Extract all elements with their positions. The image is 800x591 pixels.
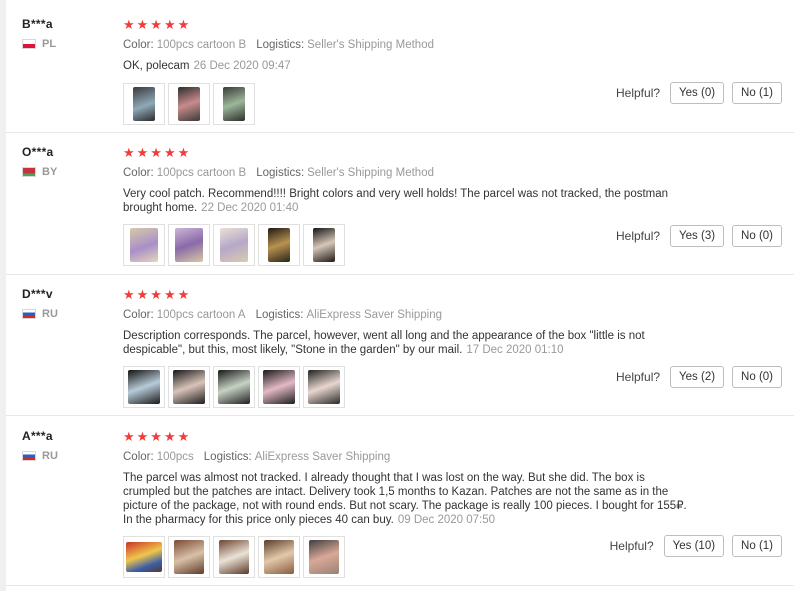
- color-key: Color:: [123, 167, 154, 179]
- review-text-block: OK, polecam 26 Dec 2020 09:47: [123, 59, 693, 73]
- helpful-yes-button[interactable]: Yes (3): [670, 225, 725, 247]
- review-photo[interactable]: [213, 83, 255, 125]
- color-value: 100pcs cartoon B: [156, 167, 247, 179]
- star-rating: ★★★★★: [123, 429, 192, 444]
- review-photo[interactable]: [123, 366, 165, 408]
- flag-by-icon: [22, 167, 36, 177]
- color-key: Color:: [123, 309, 154, 321]
- logistics-key: Logistics:: [256, 167, 305, 179]
- review-text-block: Description corresponds. The parcel, how…: [123, 329, 693, 357]
- star-rating: ★★★★★: [123, 287, 192, 302]
- helpful-yes-button[interactable]: Yes (10): [663, 535, 725, 557]
- star-rating: ★★★★★: [123, 17, 192, 32]
- reviewer-info: D***v RU: [22, 287, 58, 320]
- reviewer-info: O***a BY: [22, 145, 57, 178]
- review-meta: Color: 100pcs cartoon A Logistics: AliExpre…: [123, 309, 794, 321]
- logistics-value: AliExpress Saver Shipping: [254, 451, 391, 463]
- review-photo[interactable]: [213, 536, 255, 578]
- review-photo[interactable]: [213, 366, 255, 408]
- review-text-block: Very cool patch. Recommend!!!! Bright co…: [123, 187, 693, 215]
- review-content: ★★★★★ Color: 100pcs cartoon A Logistics: Al…: [123, 288, 794, 408]
- flag-pl-icon: [22, 39, 36, 49]
- review-date: 09 Dec 2020 07:50: [397, 514, 496, 526]
- country-code: BY: [42, 166, 58, 178]
- logistics-value: Seller's Shipping Method: [307, 39, 434, 51]
- color-key: Color:: [123, 39, 154, 51]
- review-photo[interactable]: [168, 536, 210, 578]
- reviewer-name: A***a: [22, 429, 53, 443]
- logistics-key: Logistics:: [203, 451, 252, 463]
- reviewer-info: B***a PL: [22, 17, 56, 50]
- color-key: Color:: [123, 451, 154, 463]
- review-photo[interactable]: [303, 366, 345, 408]
- reviewer-country: RU: [22, 450, 58, 462]
- helpful-vote: Helpful? Yes (2) No (0): [616, 366, 782, 388]
- review-text: Description corresponds. The parcel, how…: [123, 330, 645, 356]
- logistics-key: Logistics:: [256, 39, 305, 51]
- review-photo[interactable]: [258, 366, 300, 408]
- review-date: 26 Dec 2020 09:47: [193, 60, 291, 72]
- helpful-vote: Helpful? Yes (10) No (1): [610, 535, 782, 557]
- review-photo[interactable]: [258, 224, 300, 266]
- country-code: PL: [42, 38, 57, 50]
- review-date: 17 Dec 2020 01:10: [466, 344, 564, 356]
- helpful-vote: Helpful? Yes (3) No (0): [616, 225, 782, 247]
- helpful-label: Helpful?: [616, 370, 661, 384]
- helpful-yes-button[interactable]: Yes (0): [670, 82, 725, 104]
- color-value: 100pcs: [156, 451, 194, 463]
- helpful-no-button[interactable]: No (1): [732, 535, 782, 557]
- review-photo[interactable]: [123, 224, 165, 266]
- review-text-block: The parcel was almost not tracked. I alr…: [123, 471, 693, 527]
- review-photo[interactable]: [123, 536, 165, 578]
- review-text: OK, polecam: [123, 60, 190, 72]
- review-meta: Color: 100pcs Logistics: AliExpress Saver S…: [123, 451, 794, 463]
- review-item: A***a RU ★★★★★ Color: 100pcs Logistics: Ali…: [6, 416, 794, 586]
- country-code: RU: [42, 450, 58, 462]
- reviewer-name: D***v: [22, 287, 53, 301]
- review-photo[interactable]: [168, 366, 210, 408]
- review-photo[interactable]: [303, 224, 345, 266]
- feedback-list: B***a PL ★★★★★ Color: 100pcs cartoon B Log…: [6, 0, 794, 586]
- helpful-label: Helpful?: [616, 229, 661, 243]
- review-photo[interactable]: [303, 536, 345, 578]
- review-content: ★★★★★ Color: 100pcs cartoon B Logistics: Se…: [123, 18, 794, 125]
- helpful-label: Helpful?: [616, 86, 661, 100]
- star-rating: ★★★★★: [123, 145, 192, 160]
- helpful-label: Helpful?: [609, 539, 654, 553]
- review-date: 22 Dec 2020 01:40: [201, 202, 299, 214]
- reviewer-country: RU: [22, 308, 58, 320]
- flag-ru-icon: [22, 309, 36, 319]
- review-photo[interactable]: [168, 83, 210, 125]
- reviewer-name: O***a: [22, 145, 54, 159]
- review-content: ★★★★★ Color: 100pcs cartoon B Logistics: Se…: [123, 146, 794, 266]
- logistics-value: AliExpress Saver Shipping: [306, 309, 443, 321]
- helpful-vote: Helpful? Yes (0) No (1): [616, 82, 782, 104]
- helpful-no-button[interactable]: No (0): [732, 225, 782, 247]
- reviewer-country: PL: [22, 38, 56, 50]
- country-code: RU: [42, 308, 58, 320]
- logistics-key: Logistics:: [255, 309, 304, 321]
- reviewer-name: B***a: [22, 17, 53, 31]
- helpful-no-button[interactable]: No (0): [732, 366, 782, 388]
- reviewer-country: BY: [22, 166, 57, 178]
- helpful-no-button[interactable]: No (1): [732, 82, 782, 104]
- review-photo[interactable]: [168, 224, 210, 266]
- review-photo[interactable]: [258, 536, 300, 578]
- review-item: B***a PL ★★★★★ Color: 100pcs cartoon B Log…: [6, 0, 794, 133]
- color-value: 100pcs cartoon A: [156, 309, 246, 321]
- review-item: O***a BY ★★★★★ Color: 100pcs cartoon B Log…: [6, 133, 794, 275]
- review-photo[interactable]: [123, 83, 165, 125]
- review-photo[interactable]: [213, 224, 255, 266]
- review-item: D***v RU ★★★★★ Color: 100pcs cartoon A Log…: [6, 275, 794, 416]
- reviewer-info: A***a RU: [22, 429, 58, 462]
- color-value: 100pcs cartoon B: [156, 39, 247, 51]
- review-meta: Color: 100pcs cartoon B Logistics: Seller's…: [123, 167, 794, 179]
- helpful-yes-button[interactable]: Yes (2): [670, 366, 725, 388]
- flag-ru-icon: [22, 451, 36, 461]
- logistics-value: Seller's Shipping Method: [307, 167, 434, 179]
- review-meta: Color: 100pcs cartoon B Logistics: Seller's…: [123, 39, 794, 51]
